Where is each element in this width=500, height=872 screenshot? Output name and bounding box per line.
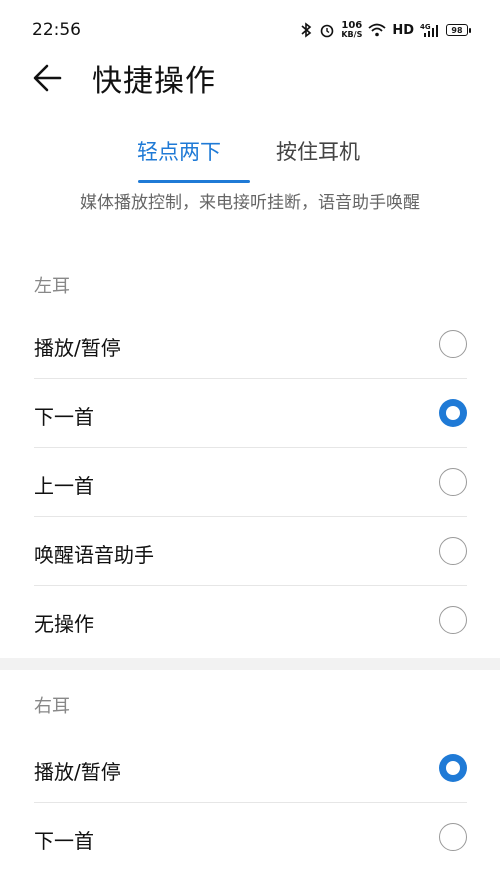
tab-description: 媒体播放控制，来电接听挂断，语音助手唤醒 xyxy=(80,193,420,213)
option-row-left-play-pause[interactable]: 播放/暂停 xyxy=(34,310,467,379)
option-label: 上一首 xyxy=(34,474,94,498)
tab-double-tap[interactable]: 轻点两下 xyxy=(137,136,221,166)
option-row-left-voice-assistant[interactable]: 唤醒语音助手 xyxy=(34,517,467,586)
option-label: 下一首 xyxy=(34,405,94,429)
section-label-right-ear: 右耳 xyxy=(34,696,70,717)
option-row-right-play-pause[interactable]: 播放/暂停 xyxy=(34,734,467,803)
tab-press-hold[interactable]: 按住耳机 xyxy=(276,136,360,166)
bluetooth-icon xyxy=(299,21,313,39)
radio-button-selected[interactable] xyxy=(439,754,467,782)
option-label: 无操作 xyxy=(34,612,94,636)
radio-button[interactable] xyxy=(439,537,467,565)
status-icons: 106 KB/S HD 4G 98 xyxy=(299,18,471,42)
back-button[interactable] xyxy=(30,58,70,98)
page-title: 快捷操作 xyxy=(92,64,216,99)
status-time: 22:56 xyxy=(32,20,81,40)
app-header: 快捷操作 xyxy=(0,50,500,106)
option-row-left-prev-track[interactable]: 上一首 xyxy=(34,448,467,517)
tab-bar: 轻点两下 按住耳机 xyxy=(0,128,500,184)
radio-button-selected[interactable] xyxy=(439,399,467,427)
active-tab-indicator xyxy=(138,180,250,183)
option-row-right-next-track[interactable]: 下一首 xyxy=(34,803,467,872)
option-label: 下一首 xyxy=(34,829,94,853)
section-label-left-ear: 左耳 xyxy=(34,276,70,297)
alarm-icon xyxy=(319,22,335,38)
wifi-icon xyxy=(368,23,386,37)
option-label: 唤醒语音助手 xyxy=(34,543,154,567)
cellular-signal-icon: 4G xyxy=(420,22,440,38)
option-row-left-no-action[interactable]: 无操作 xyxy=(34,586,467,655)
section-separator xyxy=(0,658,500,670)
battery-icon: 98 xyxy=(446,24,471,36)
network-speed: 106 KB/S xyxy=(341,21,362,39)
radio-button[interactable] xyxy=(439,823,467,851)
radio-button[interactable] xyxy=(439,468,467,496)
option-row-left-next-track[interactable]: 下一首 xyxy=(34,379,467,448)
back-arrow-icon xyxy=(33,64,62,92)
radio-button[interactable] xyxy=(439,606,467,634)
svg-text:4G: 4G xyxy=(420,23,431,31)
option-label: 播放/暂停 xyxy=(34,760,121,784)
hd-label: HD xyxy=(392,22,414,38)
radio-button[interactable] xyxy=(439,330,467,358)
network-speed-unit: KB/S xyxy=(341,30,363,39)
option-label: 播放/暂停 xyxy=(34,336,121,360)
